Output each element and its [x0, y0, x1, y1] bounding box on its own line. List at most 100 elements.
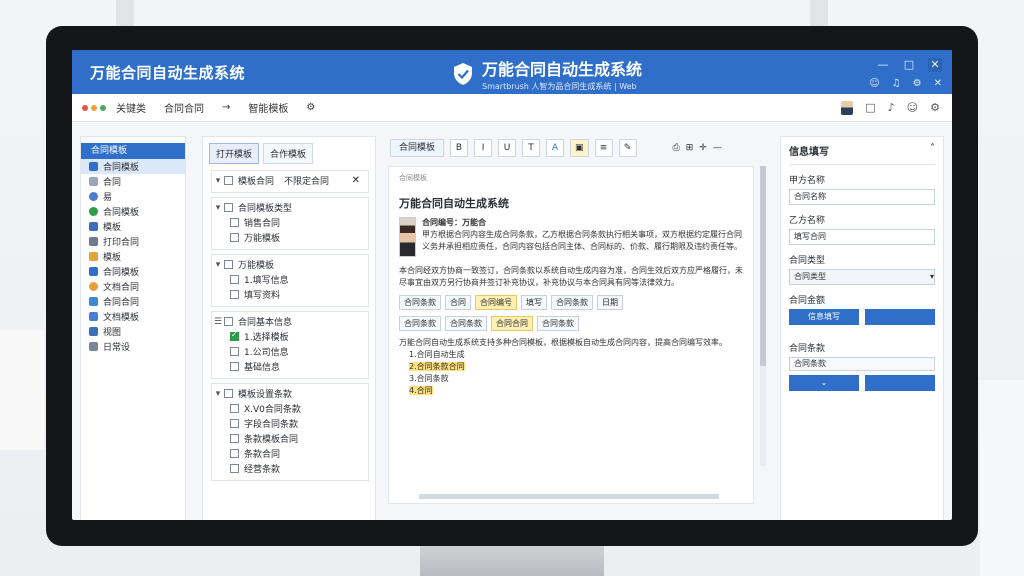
checkbox[interactable] — [224, 176, 233, 185]
avatar[interactable] — [841, 100, 854, 115]
sidebar-item[interactable]: 文档合同 — [81, 279, 185, 294]
tree-item[interactable]: 基础信息 — [244, 360, 280, 373]
pen-button[interactable]: ✎ — [618, 139, 637, 157]
field-chip[interactable]: 合同条款 — [551, 295, 593, 310]
party-b-input[interactable]: 填写合同 — [789, 229, 935, 245]
sidebar-item[interactable]: 合同模板 — [81, 204, 185, 219]
chevron-up-icon[interactable]: ˄ — [930, 143, 935, 158]
bell-icon[interactable]: ♪ — [888, 101, 895, 114]
sidebar-item[interactable]: 模板 — [81, 249, 185, 264]
checkbox[interactable] — [230, 362, 239, 371]
tree-item[interactable]: 万能模板 — [244, 231, 280, 244]
checkbox[interactable] — [230, 464, 239, 473]
confirm-button[interactable] — [865, 309, 935, 325]
toolbar-item-contract[interactable]: 合同合同 — [164, 100, 204, 115]
add-icon[interactable]: ✛ — [699, 143, 707, 153]
field-chip[interactable]: 合同合同 — [491, 316, 533, 331]
settings-icon[interactable]: ⚙ — [306, 102, 315, 113]
scrollbar-thumb[interactable] — [760, 166, 766, 366]
print-icon[interactable]: ⎙ — [673, 143, 680, 153]
close-icon[interactable]: ✕ — [352, 175, 360, 186]
sidebar-header[interactable]: 合同模板 — [81, 143, 185, 159]
sidebar-item[interactable]: 易 — [81, 189, 185, 204]
checkbox[interactable] — [224, 203, 233, 212]
document[interactable]: 合同模板 万能合同自动生成系统 合同编号：万能合 甲方根据合同内容生成合同条款，… — [388, 166, 754, 504]
field-chip[interactable]: 合同 — [445, 295, 471, 310]
apply-button[interactable]: ⌄ — [789, 375, 859, 391]
tree-item[interactable]: 销售合同 — [244, 216, 280, 229]
user-icon[interactable]: ☺ — [869, 78, 879, 89]
field-chip[interactable]: 日期 — [597, 295, 623, 310]
checkbox[interactable] — [230, 233, 239, 242]
field-chip[interactable]: 合同条款 — [399, 316, 441, 331]
sidebar-item[interactable]: 打印合同 — [81, 234, 185, 249]
checkbox[interactable] — [224, 389, 233, 398]
sidebar-item[interactable]: 模板 — [81, 219, 185, 234]
chevron-down-icon[interactable]: ▾ — [212, 260, 224, 270]
checkbox[interactable] — [230, 218, 239, 227]
checkbox[interactable] — [230, 419, 239, 428]
settings-icon[interactable]: ⚙ — [930, 101, 940, 114]
sidebar-item[interactable]: 合同合同 — [81, 294, 185, 309]
dot-yellow[interactable] — [91, 104, 97, 111]
toolbar-item-template[interactable]: 智能模板 — [248, 100, 288, 115]
settings-icon[interactable]: ⚙ — [913, 78, 922, 89]
bell-icon[interactable]: ♫ — [892, 78, 901, 89]
field-chip[interactable]: 合同条款 — [537, 316, 579, 331]
tree-item[interactable]: 1.填写信息 — [244, 273, 289, 286]
align-button[interactable]: ≡ — [594, 139, 613, 157]
checkbox[interactable] — [224, 317, 233, 326]
sidebar-item[interactable]: 合同 — [81, 174, 185, 189]
chevron-down-icon[interactable]: ▾ — [212, 203, 224, 213]
horizontal-scrollbar[interactable] — [419, 494, 719, 499]
bold-button[interactable]: B — [450, 139, 469, 157]
close-button[interactable]: ✕ — [928, 58, 942, 72]
field-chip[interactable]: 合同条款 — [445, 316, 487, 331]
checkbox[interactable] — [230, 275, 239, 284]
sidebar-item[interactable]: 日常设 — [81, 339, 185, 354]
tree-item[interactable]: 1.公司信息 — [244, 345, 289, 358]
minus-icon[interactable]: — — [713, 143, 722, 153]
checkbox[interactable] — [230, 290, 239, 299]
tree-item[interactable]: X.V0合同条款 — [244, 402, 301, 415]
checkbox[interactable] — [224, 260, 233, 269]
tree-item[interactable]: 条款模板合同 — [244, 432, 298, 445]
chevron-down-icon[interactable]: ☰ — [212, 317, 224, 327]
maximize-button[interactable]: □ — [902, 58, 916, 72]
tab-open-template[interactable]: 打开模板 — [209, 143, 260, 164]
checkbox-checked[interactable] — [230, 330, 239, 341]
minimize-button[interactable]: — — [876, 58, 890, 72]
grid-icon[interactable]: ⊞ — [686, 143, 694, 153]
sidebar-item[interactable]: 视图 — [81, 324, 185, 339]
contract-type-select[interactable]: 合同类型 ▾ — [789, 269, 935, 285]
field-chip[interactable]: 合同条款 — [399, 295, 441, 310]
tree-item[interactable]: 条款合同 — [244, 447, 280, 460]
chevron-down-icon[interactable]: ▾ — [212, 176, 224, 186]
tree-item[interactable]: 经营条款 — [244, 462, 280, 475]
tree-item[interactable]: 填写资料 — [244, 288, 280, 301]
dot-green[interactable] — [100, 104, 106, 111]
sidebar-item[interactable]: 合同模板 — [81, 264, 185, 279]
clause-input[interactable]: 合同条款 — [789, 357, 935, 371]
tab-partner-template[interactable]: 合作模板 — [263, 143, 314, 164]
tree-item[interactable]: 1.选择模板 — [244, 330, 289, 343]
checkbox[interactable] — [230, 449, 239, 458]
close-icon[interactable]: ✕ — [934, 78, 942, 89]
tree-item[interactable]: 字段合同条款 — [244, 417, 298, 430]
checkbox[interactable] — [230, 347, 239, 356]
field-chip[interactable]: 合同编号 — [475, 295, 517, 310]
field-chip[interactable]: 填写 — [521, 295, 547, 310]
template-button[interactable]: 合同模板 — [390, 139, 445, 157]
square-icon[interactable]: □ — [865, 101, 875, 114]
sidebar-item[interactable]: 文档模板 — [81, 309, 185, 324]
party-a-input[interactable]: 合同名称 — [789, 189, 935, 205]
underline-button[interactable]: U — [498, 139, 517, 157]
vertical-scrollbar[interactable] — [760, 166, 766, 466]
highlight-button[interactable]: ▣ — [570, 139, 589, 157]
submit-button[interactable] — [865, 375, 935, 391]
italic-button[interactable]: I — [474, 139, 493, 157]
sidebar-item[interactable]: 合同模板 — [81, 159, 185, 174]
arrow-icon[interactable]: → — [222, 102, 230, 113]
toolbar-item-keyword[interactable]: 关键类 — [116, 100, 146, 115]
checkbox[interactable] — [230, 404, 239, 413]
